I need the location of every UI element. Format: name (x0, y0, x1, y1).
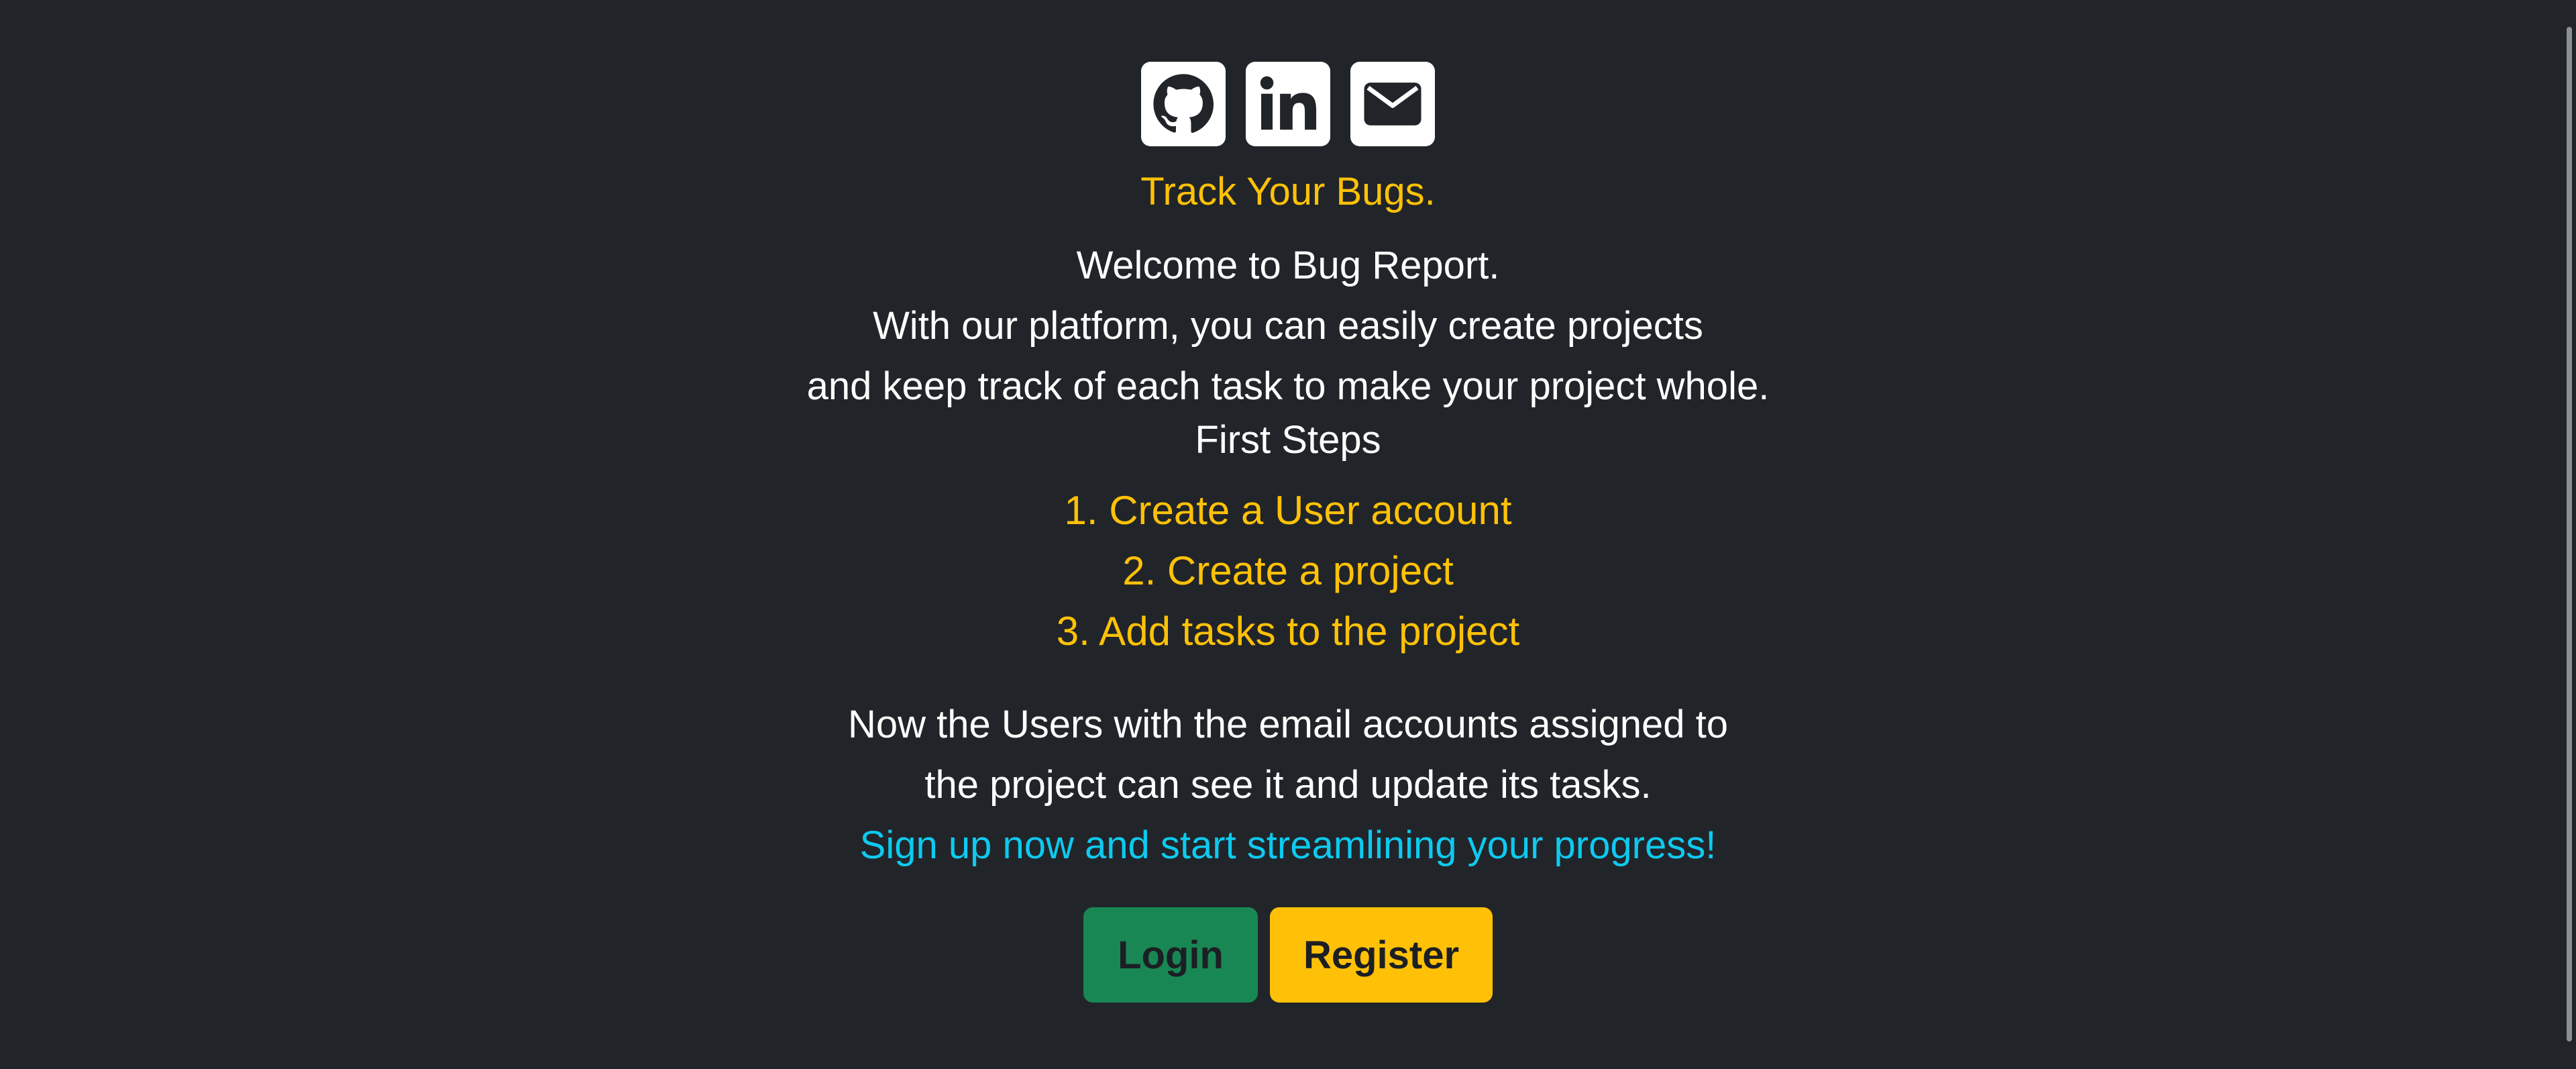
github-icon (1153, 74, 1214, 134)
intro-line: and keep track of each task to make your… (806, 364, 1770, 408)
step-item: 1. Create a User account (1064, 488, 1512, 533)
email-icon (1364, 83, 1421, 125)
outro-line: the project can see it and update its ta… (924, 763, 1652, 807)
github-link[interactable] (1141, 62, 1226, 146)
auth-actions: Login Register (0, 907, 2576, 1003)
scrollbar-thumb[interactable] (2567, 27, 2572, 1041)
login-button[interactable]: Login (1083, 907, 1258, 1003)
linkedin-icon (1260, 76, 1317, 130)
first-steps-heading: First Steps (1195, 418, 1381, 462)
linkedin-link[interactable] (1246, 62, 1330, 146)
step-item: 3. Add tasks to the project (1056, 609, 1520, 654)
register-button[interactable]: Register (1270, 907, 1493, 1003)
tagline: Track Your Bugs. (1140, 170, 1436, 213)
intro-line: With our platform, you can easily create… (873, 304, 1703, 348)
step-item: 2. Create a project (1122, 548, 1454, 593)
outro-line: Now the Users with the email accounts as… (847, 703, 1729, 746)
scrollbar[interactable] (2560, 0, 2576, 1069)
landing-page: Track Your Bugs. Welcome to Bug Report. … (0, 0, 2560, 1069)
email-link[interactable] (1350, 62, 1435, 146)
social-links (0, 62, 2576, 146)
signup-callout: Sign up now and start streamlining your … (859, 823, 1717, 867)
intro-line: Welcome to Bug Report. (1076, 244, 1500, 287)
